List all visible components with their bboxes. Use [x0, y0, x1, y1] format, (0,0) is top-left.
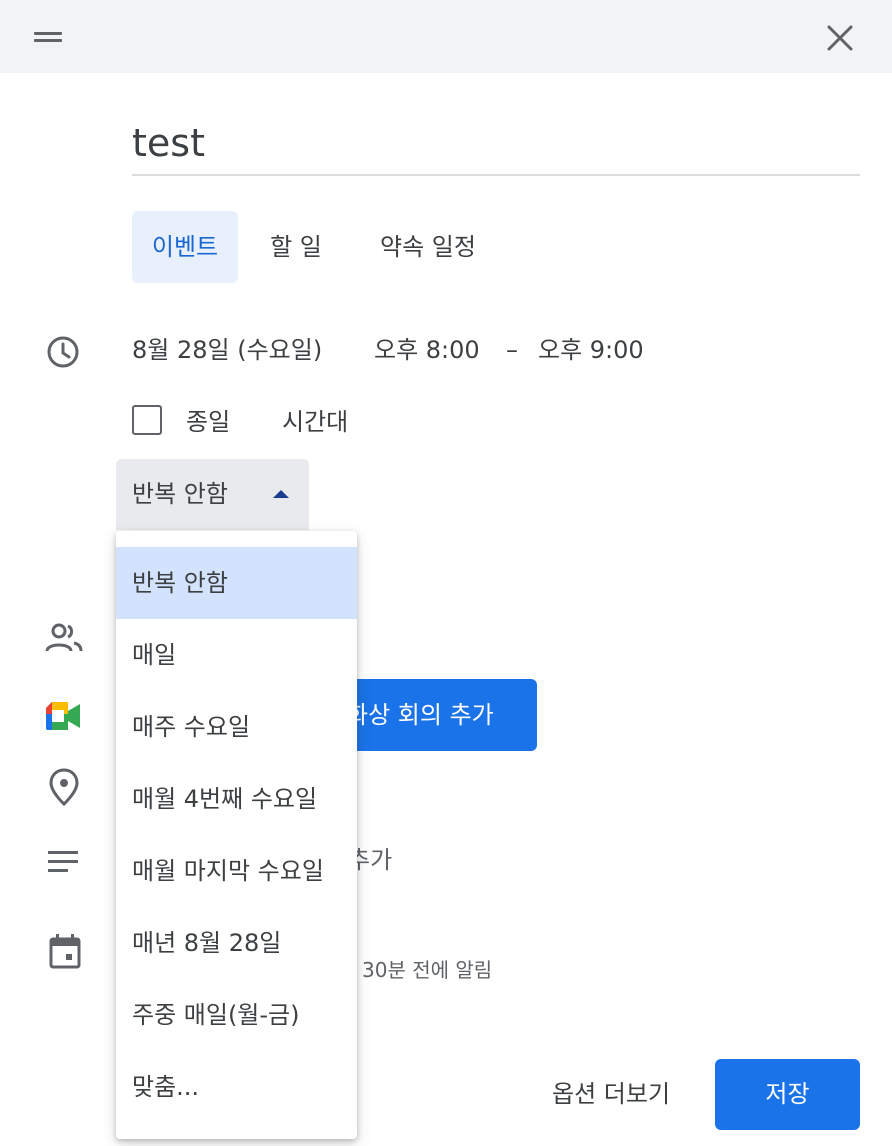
calendar-icon — [49, 934, 81, 969]
start-time[interactable]: 오후 8:00 — [374, 330, 480, 370]
time-separator: – — [506, 336, 518, 364]
caret-up-icon — [273, 490, 289, 498]
repeat-option-yearly[interactable]: 매년 8월 28일 — [116, 907, 357, 979]
repeat-option-weekly[interactable]: 매주 수요일 — [116, 691, 357, 763]
clock-icon — [47, 336, 79, 368]
repeat-option-monthly-4th[interactable]: 매월 4번째 수요일 — [116, 763, 357, 835]
close-button[interactable] — [818, 16, 862, 60]
repeat-option-monthly-last[interactable]: 매월 마지막 수요일 — [116, 835, 357, 907]
description-lines-icon — [48, 851, 78, 872]
tab-task[interactable]: 할 일 — [256, 211, 336, 283]
repeat-option-custom[interactable]: 맞춤... — [116, 1051, 357, 1123]
event-title-input[interactable]: test — [132, 112, 860, 176]
tab-event[interactable]: 이벤트 — [132, 211, 238, 283]
repeat-dropdown-menu: 반복 안함 매일 매주 수요일 매월 4번째 수요일 매월 마지막 수요일 매년… — [116, 531, 357, 1139]
end-time[interactable]: 오후 9:00 — [538, 330, 644, 370]
tab-appointment[interactable]: 약속 일정 — [364, 211, 492, 283]
save-button[interactable]: 저장 — [715, 1059, 860, 1130]
repeat-option-weekdays[interactable]: 주중 매일(월-금) — [116, 979, 357, 1051]
add-video-conference-label: 화상 회의 추가 — [346, 701, 494, 729]
repeat-option-none[interactable]: 반복 안함 — [116, 547, 357, 619]
location-pin-icon — [49, 768, 79, 807]
all-day-label: 종일 — [186, 408, 231, 436]
drag-handle-icon[interactable] — [34, 32, 62, 42]
repeat-option-daily[interactable]: 매일 — [116, 619, 357, 691]
all-day-checkbox[interactable] — [132, 405, 162, 435]
repeat-select-value: 반복 안함 — [132, 480, 228, 508]
people-icon — [45, 623, 83, 652]
google-meet-icon — [46, 702, 80, 730]
close-icon — [827, 25, 853, 51]
event-date[interactable]: 8월 28일 (수요일) — [132, 330, 322, 370]
more-options-button[interactable]: 옵션 더보기 — [552, 1072, 670, 1116]
dialog-header — [0, 0, 892, 73]
timezone-button[interactable]: 시간대 — [282, 402, 348, 442]
